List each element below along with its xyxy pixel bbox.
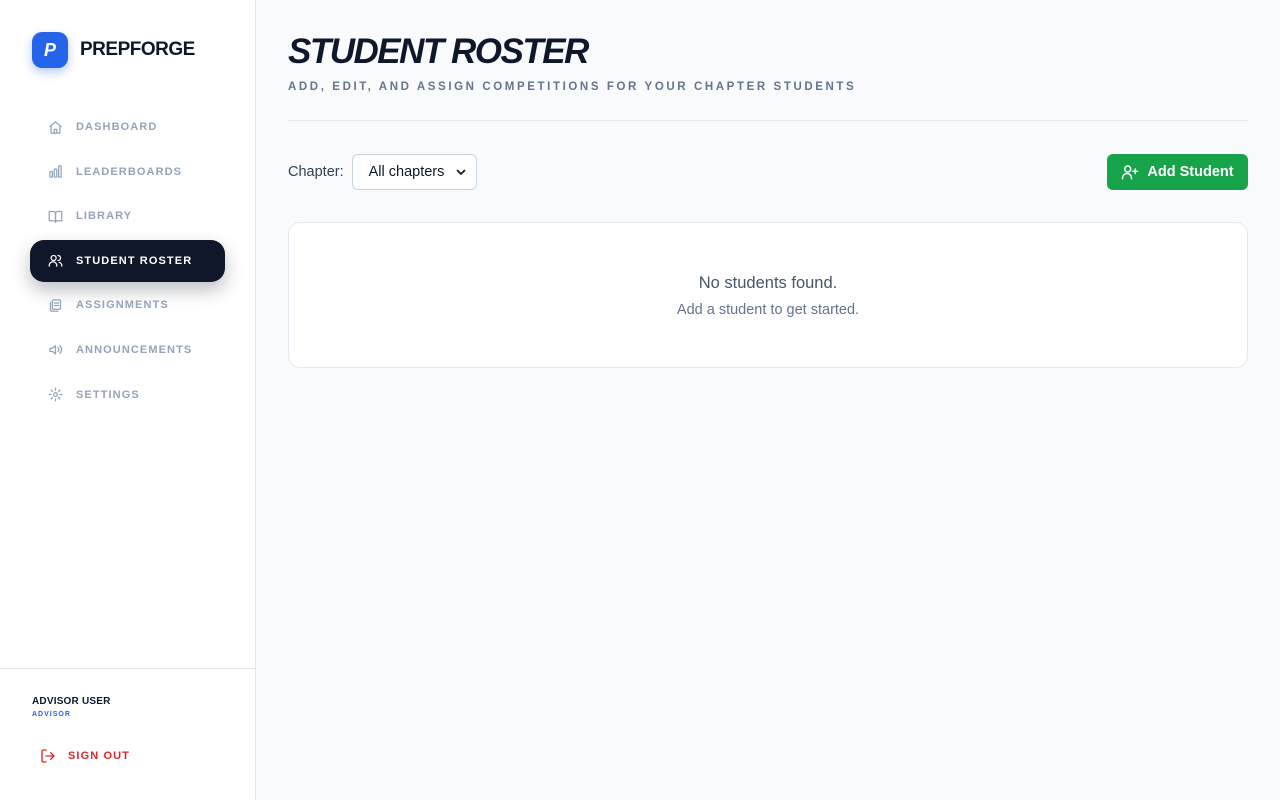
sign-out-button[interactable]: SIGN OUT xyxy=(40,748,130,764)
main-content: STUDENT ROSTER ADD, EDIT, AND ASSIGN COM… xyxy=(288,0,1248,800)
chapter-select-value: All chapters xyxy=(368,164,445,180)
user-role: ADVISOR xyxy=(32,711,71,718)
add-student-button[interactable]: Add Student xyxy=(1107,154,1248,190)
megaphone-icon xyxy=(49,345,63,355)
sidebar: P PREPFORGE DASHBOARD LEADERBOARDS LIBRA… xyxy=(0,0,256,800)
sidebar-item-dashboard[interactable]: DASHBOARD xyxy=(30,106,225,148)
user-name: ADVISOR USER xyxy=(32,696,111,707)
sidebar-item-label: SETTINGS xyxy=(76,388,140,401)
bar-chart-icon xyxy=(49,165,62,178)
sidebar-nav: DASHBOARD LEADERBOARDS LIBRARY STUDENT R… xyxy=(30,106,225,418)
add-student-label: Add Student xyxy=(1147,164,1234,180)
sign-out-label: SIGN OUT xyxy=(68,750,130,762)
sidebar-item-student-roster[interactable]: STUDENT ROSTER xyxy=(30,239,225,282)
sidebar-item-announcements[interactable]: ANNOUNCEMENTS xyxy=(30,329,225,371)
page-subtitle: ADD, EDIT, AND ASSIGN COMPETITIONS FOR Y… xyxy=(288,81,857,93)
sidebar-item-leaderboards[interactable]: LEADERBOARDS xyxy=(30,151,225,193)
files-icon xyxy=(49,299,62,312)
sign-out-icon xyxy=(41,749,55,763)
sidebar-item-assignments[interactable]: ASSIGNMENTS xyxy=(30,284,225,326)
sidebar-footer: ADVISOR USER ADVISOR SIGN OUT xyxy=(0,668,255,800)
users-icon xyxy=(48,255,63,268)
chapter-filter: Chapter: All chapters xyxy=(288,154,477,190)
chapter-select[interactable]: All chapters xyxy=(351,154,477,190)
sidebar-item-library[interactable]: LIBRARY xyxy=(30,195,225,237)
sidebar-item-label: ASSIGNMENTS xyxy=(76,299,169,312)
brand[interactable]: P PREPFORGE xyxy=(32,32,195,68)
empty-state-title: No students found. xyxy=(698,274,838,292)
sidebar-item-label: DASHBOARD xyxy=(76,121,158,133)
chapter-filter-label: Chapter: xyxy=(288,164,344,180)
page-title: STUDENT ROSTER xyxy=(288,32,589,71)
gear-icon xyxy=(48,387,63,402)
header-divider xyxy=(288,120,1248,121)
sidebar-item-settings[interactable]: SETTINGS xyxy=(30,374,225,416)
sidebar-item-label: LIBRARY xyxy=(76,210,133,223)
home-icon xyxy=(49,120,62,134)
student-list-empty-state: No students found. Add a student to get … xyxy=(288,222,1248,368)
chevron-down-icon xyxy=(456,169,465,175)
empty-state-subtitle: Add a student to get started. xyxy=(676,302,860,318)
brand-logo-icon: P xyxy=(32,32,68,68)
book-open-icon xyxy=(48,210,63,223)
brand-name: PREPFORGE xyxy=(80,39,195,60)
sidebar-item-label: STUDENT ROSTER xyxy=(76,254,193,267)
sidebar-item-label: ANNOUNCEMENTS xyxy=(76,343,193,356)
sidebar-item-label: LEADERBOARDS xyxy=(76,165,183,178)
user-plus-icon xyxy=(1122,165,1139,180)
